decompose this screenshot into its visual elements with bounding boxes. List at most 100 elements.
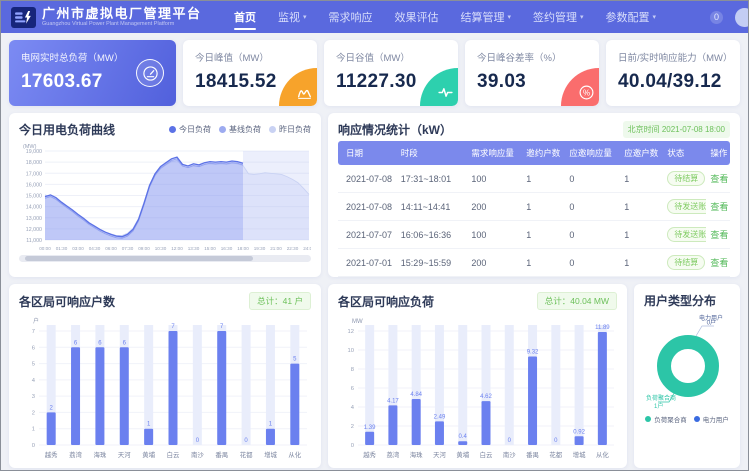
scrollbar-thumb[interactable] [25, 256, 253, 261]
cell-demand: 200 [467, 249, 522, 277]
svg-text:海珠: 海珠 [94, 450, 107, 459]
cell-action: 查看 [706, 249, 730, 277]
nav-item-效果评估[interactable]: 效果评估 [384, 1, 450, 33]
cell-resp_amount: 0 [565, 221, 620, 249]
cell-resp_amount: 0 [565, 193, 620, 221]
cell-action: 查看 [706, 193, 730, 221]
column-header: 应邀响应量 [565, 141, 620, 165]
svg-text:0.4: 0.4 [459, 434, 468, 440]
svg-text:15:00: 15:00 [204, 246, 216, 251]
cell-demand: 100 [467, 165, 522, 193]
svg-text:6: 6 [351, 386, 354, 392]
cell-status: 待发送账单 [663, 193, 706, 221]
svg-text:花都: 花都 [240, 450, 253, 459]
nav-item-监视[interactable]: 监视▾ [267, 1, 318, 33]
nav-item-label: 监视 [278, 9, 300, 25]
status-badge: 待结算 [667, 171, 705, 186]
svg-text:荔湾: 荔湾 [387, 450, 400, 459]
svg-text:13:30: 13:30 [188, 246, 200, 251]
beijing-time-badge: 北京时间 2021-07-08 18:00 [623, 121, 730, 138]
nav-item-首页[interactable]: 首页 [223, 1, 267, 33]
svg-text:24:00: 24:00 [303, 246, 311, 251]
column-header: 状态 [663, 141, 706, 165]
legend-label: 负荷聚合商 [654, 414, 687, 424]
svg-text:白云: 白云 [167, 450, 180, 459]
nav-item-需求响应[interactable]: 需求响应 [318, 1, 384, 33]
gauge-icon [136, 59, 164, 87]
legend-item-基线负荷[interactable]: 基线负荷 [219, 124, 261, 135]
legend-label: 电力用户 [703, 414, 729, 424]
chevron-down-icon: ▾ [580, 13, 584, 21]
brand-text: 广州市虚拟电厂管理平台 Guangzhou Virtual Power Plan… [42, 7, 202, 28]
svg-text:15,000: 15,000 [26, 194, 42, 200]
legend-item-昨日负荷[interactable]: 昨日负荷 [269, 124, 311, 135]
legend-label: 今日负荷 [179, 124, 211, 135]
nav-item-参数配置[interactable]: 参数配置▾ [595, 1, 668, 33]
legend-dot [219, 126, 226, 133]
column-header: 邀约户数 [522, 141, 565, 165]
svg-text:4: 4 [32, 378, 36, 384]
legend-label: 基线负荷 [229, 124, 261, 135]
status-badge: 待结算 [667, 255, 705, 270]
kpi-card-2: 今日谷值（MW）11227.30 [324, 40, 458, 106]
chevron-down-icon: ▾ [508, 13, 512, 21]
svg-text:MW: MW [352, 319, 363, 325]
svg-text:%: % [583, 88, 590, 97]
svg-text:越秀: 越秀 [363, 450, 376, 459]
middle-row: 今日用电负荷曲线 今日负荷基线负荷昨日负荷 (MW)11,00012,00013… [9, 113, 740, 277]
view-link[interactable]: 查看 [710, 258, 728, 268]
legend-dot [169, 126, 176, 133]
district-load-total-badge: 总计：40.04 MW [537, 292, 617, 310]
nav-item-签约管理[interactable]: 签约管理▾ [522, 1, 595, 33]
nav-item-label: 参数配置 [606, 9, 650, 25]
legend-item-负荷聚合商[interactable]: 负荷聚合商 [645, 414, 687, 424]
svg-text:南沙: 南沙 [503, 450, 516, 459]
svg-text:17,000: 17,000 [26, 171, 42, 177]
brand: 广州市虚拟电厂管理平台 Guangzhou Virtual Power Plan… [11, 7, 223, 28]
svg-text:4: 4 [351, 405, 355, 411]
dashboard-main: 电网实时总负荷（MW）17603.67今日峰值（MW）18415.52今日谷值（… [1, 33, 748, 471]
svg-text:07:30: 07:30 [122, 246, 134, 251]
cell-period: 17:31~18:01 [397, 165, 468, 193]
kpi-row: 电网实时总负荷（MW）17603.67今日峰值（MW）18415.52今日谷值（… [9, 40, 740, 106]
svg-text:0户: 0户 [707, 319, 716, 327]
svg-text:10: 10 [348, 348, 354, 354]
chart-scrollbar[interactable] [19, 255, 311, 262]
notification-badge[interactable]: 0 [710, 11, 723, 24]
district-users-title: 各区局可响应户数 [19, 293, 115, 310]
svg-text:12: 12 [348, 329, 354, 335]
view-link[interactable]: 查看 [710, 230, 728, 240]
view-link[interactable]: 查看 [710, 202, 728, 212]
cell-status: 待结算 [663, 165, 706, 193]
svg-text:1.39: 1.39 [364, 425, 376, 431]
kpi-label: 今日峰谷差率（%） [477, 50, 587, 64]
cell-date: 2021-07-08 [338, 193, 397, 221]
district-users-panel: 各区局可响应户数 总计：41 户 户012345672越秀6荔湾6海珠6天河1黄… [9, 284, 321, 468]
main-nav: 首页监视▾需求响应效果评估结算管理▾签约管理▾参数配置▾ [223, 1, 667, 33]
column-header: 时段 [397, 141, 468, 165]
legend-item-今日负荷[interactable]: 今日负荷 [169, 124, 211, 135]
table-row: 2021-07-0814:11~14:41200101待发送账单查看 [338, 193, 730, 221]
nav-item-label: 结算管理 [461, 9, 505, 25]
svg-text:白云: 白云 [480, 450, 493, 459]
svg-text:户: 户 [33, 317, 39, 325]
nav-item-结算管理[interactable]: 结算管理▾ [450, 1, 523, 33]
svg-text:2.49: 2.49 [434, 414, 446, 420]
status-badge: 待发送账单 [667, 227, 706, 242]
svg-text:04:30: 04:30 [89, 246, 101, 251]
svg-text:9.32: 9.32 [527, 349, 539, 355]
nav-item-label: 签约管理 [533, 9, 577, 25]
legend-dot [694, 416, 700, 422]
view-link[interactable]: 查看 [710, 174, 728, 184]
kpi-card-0: 电网实时总负荷（MW）17603.67 [9, 40, 176, 106]
column-header: 操作 [706, 141, 730, 165]
cell-period: 14:11~14:41 [397, 193, 468, 221]
svg-text:南沙: 南沙 [191, 450, 204, 459]
user-type-chart: 电力用户0户负荷聚合商1户 [644, 312, 730, 412]
avatar[interactable] [735, 8, 748, 27]
cell-period: 16:06~16:36 [397, 221, 468, 249]
column-header: 需求响应量 [467, 141, 522, 165]
legend-item-电力用户[interactable]: 电力用户 [694, 414, 729, 424]
svg-text:11.89: 11.89 [595, 325, 610, 331]
svg-text:12,000: 12,000 [26, 227, 42, 233]
